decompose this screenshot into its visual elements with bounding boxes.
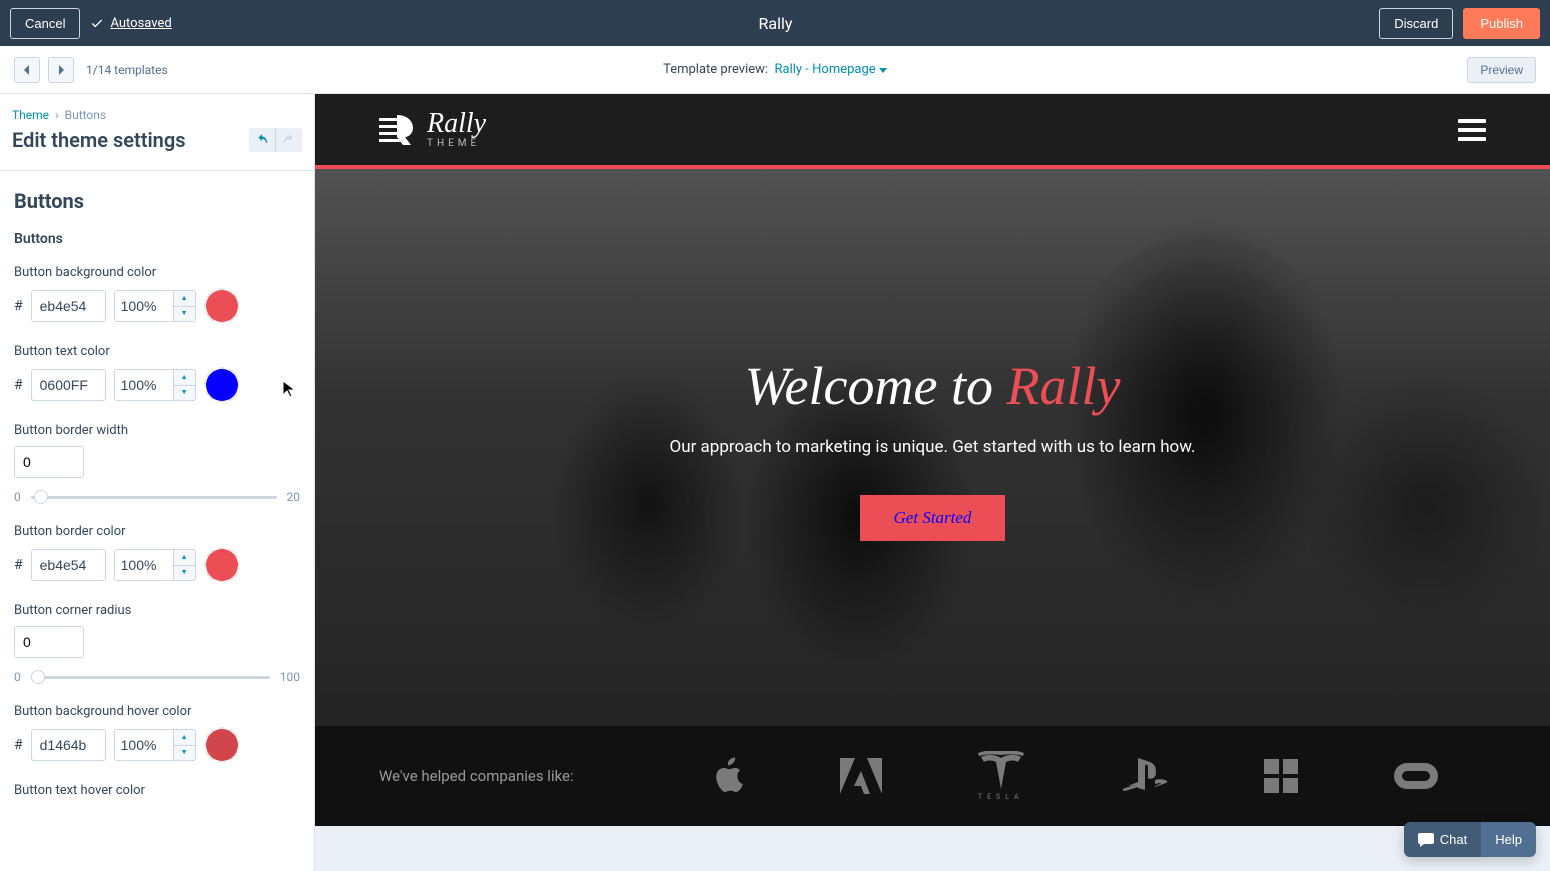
text-color-label: Button text color	[14, 344, 300, 359]
preview-button[interactable]: Preview	[1467, 57, 1536, 83]
brand-name: Rally	[427, 110, 486, 138]
corner-radius-slider[interactable]	[31, 676, 270, 679]
stepper-up-button[interactable]: ▲	[174, 550, 195, 566]
publish-button[interactable]: Publish	[1463, 8, 1540, 39]
stepper-up-button[interactable]: ▲	[174, 291, 195, 307]
companies-label: We've helped companies like:	[379, 767, 574, 785]
help-button[interactable]: Help	[1481, 822, 1536, 857]
check-icon	[90, 16, 104, 30]
slider-min: 0	[14, 670, 21, 684]
discard-button[interactable]: Discard	[1379, 8, 1453, 39]
adobe-icon	[840, 758, 882, 794]
bg-hover-opacity-input[interactable]	[115, 730, 173, 760]
corner-radius-label: Button corner radius	[14, 603, 300, 618]
border-color-swatch[interactable]	[206, 549, 238, 581]
border-color-label: Button border color	[14, 524, 300, 539]
undo-button[interactable]	[249, 128, 275, 152]
hash-prefix: #	[14, 377, 23, 393]
breadcrumb-current: Buttons	[65, 108, 107, 122]
next-template-button[interactable]	[48, 57, 74, 83]
undo-icon	[255, 134, 269, 146]
section-title: Buttons	[14, 189, 300, 213]
border-width-label: Button border width	[14, 423, 300, 438]
hash-prefix: #	[14, 298, 23, 314]
cta-button[interactable]: Get Started	[860, 495, 1006, 541]
stepper-down-button[interactable]: ▼	[174, 307, 195, 322]
chevron-right-icon	[57, 65, 65, 75]
hash-prefix: #	[14, 557, 23, 573]
slider-max: 20	[287, 490, 301, 504]
section-subheader: Buttons	[14, 231, 300, 247]
chevron-down-icon	[879, 68, 887, 73]
templates-count: 1/14 templates	[86, 63, 168, 77]
template-preview-label: Template preview: Rally - Homepage	[663, 62, 887, 77]
bg-color-opacity-input[interactable]	[115, 291, 173, 321]
settings-sidebar: Theme › Buttons Edit theme settings Butt…	[0, 94, 315, 871]
border-width-slider[interactable]	[31, 496, 277, 499]
companies-bar: We've helped companies like: TESLA	[315, 726, 1550, 826]
chevron-left-icon	[23, 65, 31, 75]
hero-section: Welcome to Rally Our approach to marketi…	[315, 169, 1550, 726]
autosaved-status[interactable]: Autosaved	[90, 16, 171, 31]
prev-template-button[interactable]	[14, 57, 40, 83]
microsoft-icon	[1264, 759, 1298, 793]
chat-button[interactable]: Chat	[1404, 822, 1481, 857]
brand-subtitle: THEME	[427, 139, 486, 149]
slider-max: 100	[280, 670, 300, 684]
slider-min: 0	[14, 490, 21, 504]
bg-color-swatch[interactable]	[206, 290, 238, 322]
bg-hover-label: Button background hover color	[14, 704, 300, 719]
stepper-down-button[interactable]: ▼	[174, 746, 195, 761]
bg-color-label: Button background color	[14, 265, 300, 280]
logo-icon	[379, 115, 413, 145]
playstation-icon	[1120, 758, 1168, 794]
template-name-dropdown[interactable]: Rally - Homepage	[775, 62, 887, 77]
text-color-opacity-input[interactable]	[115, 370, 173, 400]
border-color-hex-input[interactable]	[31, 549, 106, 581]
preview-canvas: Rally THEME Welcome to Rally Our approac…	[315, 94, 1550, 871]
chevron-right-icon: ›	[55, 108, 59, 122]
text-color-hex-input[interactable]	[31, 369, 106, 401]
breadcrumb-root[interactable]: Theme	[12, 108, 49, 122]
stepper-down-button[interactable]: ▼	[174, 566, 195, 581]
hero-title: Welcome to Rally	[670, 355, 1196, 417]
border-width-input[interactable]	[14, 446, 84, 478]
hash-prefix: #	[14, 737, 23, 753]
chat-icon	[1418, 833, 1434, 847]
stepper-up-button[interactable]: ▲	[174, 730, 195, 746]
site-logo[interactable]: Rally THEME	[379, 110, 486, 149]
bg-hover-swatch[interactable]	[206, 729, 238, 761]
menu-button[interactable]	[1458, 119, 1486, 141]
stepper-down-button[interactable]: ▼	[174, 386, 195, 401]
text-hover-label: Button text hover color	[14, 783, 300, 798]
cancel-button[interactable]: Cancel	[10, 8, 80, 39]
breadcrumb: Theme › Buttons	[12, 108, 302, 122]
hero-subtitle: Our approach to marketing is unique. Get…	[670, 437, 1196, 457]
corner-radius-input[interactable]	[14, 626, 84, 658]
border-color-opacity-input[interactable]	[115, 550, 173, 580]
site-header: Rally THEME	[315, 94, 1550, 169]
bg-color-hex-input[interactable]	[31, 290, 106, 322]
redo-button[interactable]	[276, 128, 302, 152]
oculus-icon	[1394, 763, 1438, 789]
bg-hover-hex-input[interactable]	[31, 729, 106, 761]
tesla-icon: TESLA	[978, 751, 1024, 801]
page-title: Rally	[759, 14, 793, 33]
sidebar-title: Edit theme settings	[12, 128, 186, 152]
redo-icon	[282, 134, 296, 146]
text-color-swatch[interactable]	[206, 369, 238, 401]
stepper-up-button[interactable]: ▲	[174, 370, 195, 386]
apple-icon	[712, 757, 744, 795]
